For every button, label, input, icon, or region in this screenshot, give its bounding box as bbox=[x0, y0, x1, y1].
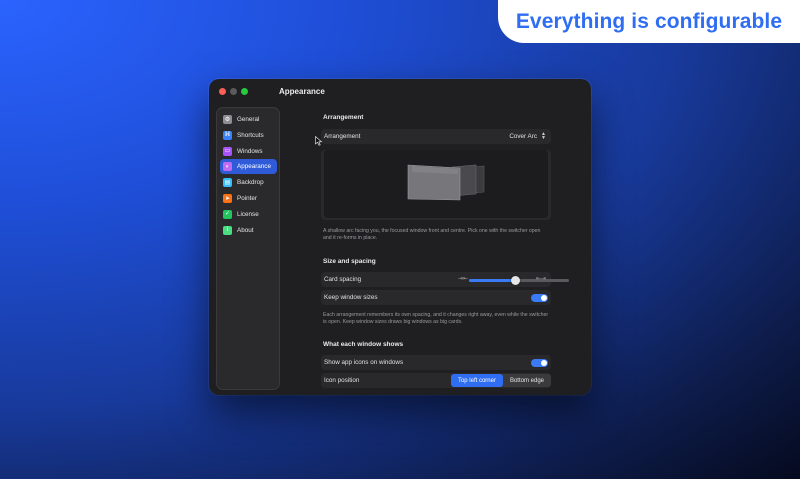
size-spacing-description: Each arrangement remembers its own spaci… bbox=[323, 312, 549, 326]
icon-position-label: Icon position bbox=[324, 377, 360, 384]
minimize-window-button[interactable] bbox=[230, 88, 237, 95]
keep-sizes-toggle[interactable] bbox=[531, 294, 548, 302]
card-spacing-label: Card spacing bbox=[324, 276, 362, 283]
arrangement-preview bbox=[321, 150, 551, 220]
section-title-arrangement: Arrangement bbox=[323, 114, 364, 121]
close-window-button[interactable] bbox=[219, 88, 226, 95]
settings-content: Arrangement Arrangement Cover Arc ▲ ▼ A s… bbox=[288, 105, 591, 395]
keep-sizes-row: Keep window sizes bbox=[321, 290, 551, 305]
command-icon: ⌘ bbox=[223, 130, 232, 140]
zoom-window-button[interactable] bbox=[241, 88, 248, 95]
sidebar-item-label: Shortcuts bbox=[237, 131, 264, 139]
window-title: Appearance bbox=[279, 87, 325, 96]
sidebar-item-general[interactable]: ⚙ General bbox=[220, 112, 277, 127]
headline-text: Everything is configurable bbox=[515, 9, 783, 33]
icon-position-segmented-control: Top left corner Bottom edge bbox=[450, 374, 551, 387]
show-icons-toggle[interactable] bbox=[531, 359, 548, 367]
sidebar-item-label: License bbox=[237, 210, 259, 218]
card-spacing-slider[interactable] bbox=[469, 276, 569, 285]
backdrop-icon: ▤ bbox=[223, 178, 232, 188]
sidebar-item-license[interactable]: ✓ License bbox=[220, 207, 277, 222]
arrangement-row: Arrangement Cover Arc ▲ ▼ bbox=[321, 129, 551, 144]
compress-spacing-icon: ⇥⇤ bbox=[458, 276, 469, 282]
arrangement-description: A shallow arc facing you, the focused wi… bbox=[323, 228, 541, 242]
sidebar-item-label: Backdrop bbox=[237, 179, 264, 187]
license-icon: ✓ bbox=[223, 209, 232, 219]
sidebar-item-backdrop[interactable]: ▤ Backdrop bbox=[220, 175, 277, 190]
cover-arc-cards-illustration bbox=[407, 164, 485, 201]
headline-banner: Everything is configurable bbox=[498, 0, 800, 43]
sidebar-item-pointer[interactable]: ➤ Pointer bbox=[220, 191, 277, 206]
card-spacing-row: Card spacing ⇥⇤ ⇤⇥ bbox=[321, 272, 569, 287]
mouse-pointer-icon bbox=[315, 136, 323, 146]
pointer-icon: ➤ bbox=[223, 194, 232, 203]
sidebar-item-label: Pointer bbox=[237, 195, 257, 202]
appearance-icon: ◐ bbox=[223, 162, 232, 172]
arrangement-select-value: Cover Arc bbox=[509, 133, 537, 140]
title-bar: Appearance bbox=[209, 79, 591, 105]
sidebar-item-label: Windows bbox=[237, 147, 263, 155]
section-title-window-shows: What each window shows bbox=[323, 341, 404, 348]
settings-window: Appearance ⚙ General ⌘ Shortcuts ▭ Windows ◐ Ap… bbox=[209, 79, 591, 395]
sidebar-item-label: Appearance bbox=[237, 163, 271, 171]
slider-fill bbox=[469, 279, 515, 282]
show-icons-row: Show app icons on windows bbox=[321, 355, 551, 370]
sidebar-item-shortcuts[interactable]: ⌘ Shortcuts bbox=[220, 128, 277, 143]
sidebar: ⚙ General ⌘ Shortcuts ▭ Windows ◐ Appearance ▤ Ba… bbox=[216, 107, 280, 390]
sidebar-item-about[interactable]: i About bbox=[220, 223, 277, 238]
sidebar-item-label: About bbox=[237, 226, 254, 234]
sidebar-item-windows[interactable]: ▭ Windows bbox=[220, 144, 277, 159]
show-icons-label: Show app icons on windows bbox=[324, 359, 404, 366]
info-icon: i bbox=[223, 225, 232, 235]
icon-position-top-left-button[interactable]: Top left corner bbox=[450, 374, 503, 387]
gear-icon: ⚙ bbox=[223, 115, 232, 124]
slider-knob[interactable] bbox=[510, 276, 520, 285]
arrangement-label: Arrangement bbox=[324, 133, 361, 140]
sidebar-item-appearance[interactable]: ◐ Appearance bbox=[220, 159, 277, 175]
preview-canvas bbox=[324, 150, 548, 218]
section-title-size-spacing: Size and spacing bbox=[323, 258, 376, 265]
icon-position-row: Icon position Top left corner Bottom edg… bbox=[321, 373, 551, 388]
chevron-updown-icon: ▲ ▼ bbox=[541, 131, 546, 141]
keep-sizes-label: Keep window sizes bbox=[324, 294, 378, 301]
expand-spacing-icon: ⇤⇥ bbox=[536, 276, 547, 282]
arrangement-select[interactable]: Cover Arc ▲ ▼ bbox=[509, 131, 546, 141]
windows-icon: ▭ bbox=[223, 146, 232, 156]
sidebar-item-label: General bbox=[237, 116, 260, 123]
icon-position-bottom-edge-button[interactable]: Bottom edge bbox=[503, 374, 551, 387]
